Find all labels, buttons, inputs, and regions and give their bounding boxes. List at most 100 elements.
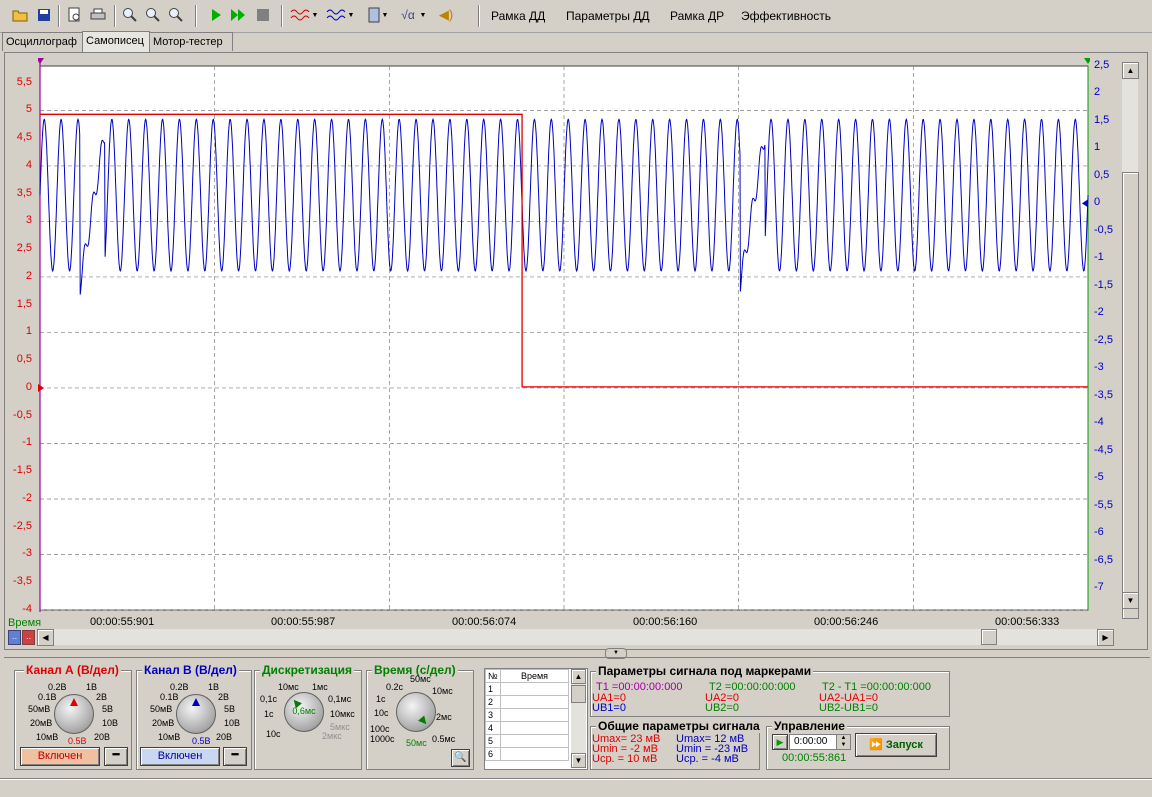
knob-tick-label: 10мВ (36, 732, 59, 742)
table-row[interactable]: 6 (485, 747, 569, 761)
preview-icon[interactable] (64, 5, 84, 25)
knob-tick-label: 10мс (432, 686, 453, 696)
time-input[interactable]: 0:00:00 (789, 734, 839, 750)
knob-dial[interactable] (54, 694, 94, 734)
knob-tick-label: 1В (208, 682, 220, 692)
channel-b-knob[interactable]: 0.2В 1В 0.1В 2В 50мВ 5В 20мВ 10В 10мВ 20В 0.5В (136, 678, 250, 748)
channel-b-enable-button[interactable]: Включен (140, 747, 220, 766)
knob-tick-label: 50мВ (28, 704, 51, 714)
chevron-down-icon[interactable]: ▼ (310, 5, 320, 25)
channel-a-invert-button[interactable]: ━ (104, 747, 128, 766)
time-zoom-icon[interactable]: 🔍 (451, 749, 470, 767)
channel-a-knob[interactable]: 0.2В 1В 0.1В 2В 50мВ 5В 20мВ 10В 10мВ 20В 0.5В (14, 678, 130, 748)
vertical-scrollbar[interactable]: ▲ ▼ (1122, 62, 1139, 619)
save-icon[interactable] (34, 5, 54, 25)
marker-params-title: Параметры сигнала под маркерами (596, 664, 814, 678)
knob-tick-label: 1В (86, 682, 98, 692)
knob-tick-label: 5В (224, 704, 236, 714)
knob-value: 50мс (406, 738, 427, 748)
time-spinner[interactable]: ▲ ▼ (836, 734, 851, 750)
filter-b-icon[interactable] (326, 5, 346, 25)
scroll-thumb[interactable] (1122, 172, 1139, 619)
chevron-down-icon[interactable]: ▼ (418, 5, 428, 25)
knob-tick-label: 0.5мс (432, 734, 456, 744)
table-row[interactable]: 4 (485, 721, 569, 735)
knob-dial[interactable]: 0,6мс (284, 692, 324, 732)
channel-a-enable-button[interactable]: Включен (20, 747, 100, 766)
knob-dial[interactable] (176, 694, 216, 734)
y-tick-label-a: 3 (25, 214, 32, 227)
y-tick-label-b: -1 (1094, 251, 1104, 264)
menu-effectiveness[interactable]: Эффективность (741, 9, 831, 23)
start-button[interactable]: ⏩ Запуск (855, 733, 937, 757)
scroll-up-button[interactable]: ▲ (1122, 62, 1139, 79)
play-icon[interactable] (206, 5, 226, 25)
channel-b-title: Канал В (В/дел) (142, 663, 239, 677)
knob-tick-label: 100с (370, 724, 390, 734)
knob-tick-label: 10мкс (330, 709, 355, 719)
chevron-down-icon[interactable]: ▼ (380, 5, 390, 25)
y-tick-label-b: -5,5 (1094, 498, 1113, 511)
zoom-out-icon[interactable] (143, 5, 163, 25)
y-tick-label-a: -3,5 (13, 575, 32, 588)
table-row[interactable]: 1 (485, 682, 569, 696)
knob-tick-label: 2мс (436, 712, 452, 722)
knob-dial[interactable] (396, 692, 436, 732)
tab-bar: Осциллограф Самописец Мотор-тестер (0, 31, 1152, 52)
zoom-fit-icon[interactable] (166, 5, 186, 25)
knob-tick-label: 0,1мс (328, 694, 352, 704)
filter-a-icon[interactable] (290, 5, 310, 25)
x-tick-label: 00:00:56:246 (814, 616, 879, 628)
scroll-down-button[interactable]: ▼ (1122, 592, 1139, 609)
ub1-value: UB1=0 (592, 702, 626, 714)
menu-parametry-dd[interactable]: Параметры ДД (566, 9, 650, 23)
knob-tick-label: 10с (374, 708, 389, 718)
y-tick-label-a: -2,5 (13, 519, 32, 532)
b-avg-value: Uср. = -4 мВ (676, 753, 739, 765)
marker-table[interactable]: № Время 1 2 3 4 5 6 ▲ ▼ (484, 668, 588, 770)
zoom-in-icon[interactable] (120, 5, 140, 25)
zoom-a-button[interactable]: ‥ (8, 630, 21, 645)
knob-tick-label: 50мс (410, 674, 431, 684)
knob-tick-label: 0.2В (48, 682, 67, 692)
knob-tick-label: 0.2В (170, 682, 189, 692)
menu-ramka-dr[interactable]: Рамка ДР (670, 9, 724, 23)
tab-motor-tester[interactable]: Мотор-тестер (149, 32, 233, 51)
zoom-b-button[interactable]: ‥ (22, 630, 35, 645)
stop-icon[interactable] (253, 5, 273, 25)
discretization-knob[interactable]: 10мс 1мс 0,1с 0,1мс 1с 10мкс 10с 5мкс 2мкс 0,6мс (254, 678, 360, 748)
channel-b-invert-button[interactable]: ━ (223, 747, 247, 766)
scroll-thumb[interactable] (981, 629, 997, 645)
tab-oscillograph[interactable]: Осциллограф (2, 32, 84, 51)
table-row[interactable]: 2 (485, 695, 569, 709)
y-tick-label-b: 0 (1094, 196, 1101, 209)
table-row[interactable]: 3 (485, 708, 569, 722)
table-cell-num: 2 (485, 695, 501, 709)
table-header-time: Время (500, 669, 569, 683)
sound-icon[interactable]: ◀) (436, 5, 456, 25)
table-scroll-down-button[interactable]: ▼ (571, 753, 586, 768)
time-knob[interactable]: 0.2с 50мс 1с 10мс 10с 2мс 100с 1000с 0.5мс 50мс (366, 674, 472, 748)
knob-tick-label: 2В (96, 692, 108, 702)
y-tick-label-a: 3,5 (16, 186, 32, 199)
table-scroll-up-button[interactable]: ▲ (571, 669, 586, 684)
print-icon[interactable] (88, 5, 108, 25)
y-tick-label-b: -6 (1094, 526, 1104, 539)
open-icon[interactable] (10, 5, 30, 25)
horizontal-scrollbar[interactable]: ◀ ▶ (37, 629, 1114, 646)
fast-forward-icon[interactable] (228, 5, 248, 25)
chevron-down-icon[interactable]: ▼ (346, 5, 356, 25)
formula-icon[interactable]: √α (398, 5, 418, 25)
tab-recorder[interactable]: Самописец (82, 31, 150, 52)
y-tick-label-b: -7 (1094, 581, 1104, 594)
scroll-right-button[interactable]: ▶ (1097, 629, 1114, 646)
table-scroll-thumb[interactable] (571, 685, 586, 703)
scroll-left-button[interactable]: ◀ (37, 629, 54, 646)
knob-tick-label: 0.1В (38, 692, 57, 702)
table-row[interactable]: 5 (485, 734, 569, 748)
y-tick-label-b: -4 (1094, 416, 1104, 429)
x-axis-label: Время (8, 617, 42, 629)
x-tick-label: 00:00:56:160 (633, 616, 698, 628)
control-play-button[interactable]: ▶ (772, 734, 788, 750)
menu-ramka-dd[interactable]: Рамка ДД (491, 9, 545, 23)
